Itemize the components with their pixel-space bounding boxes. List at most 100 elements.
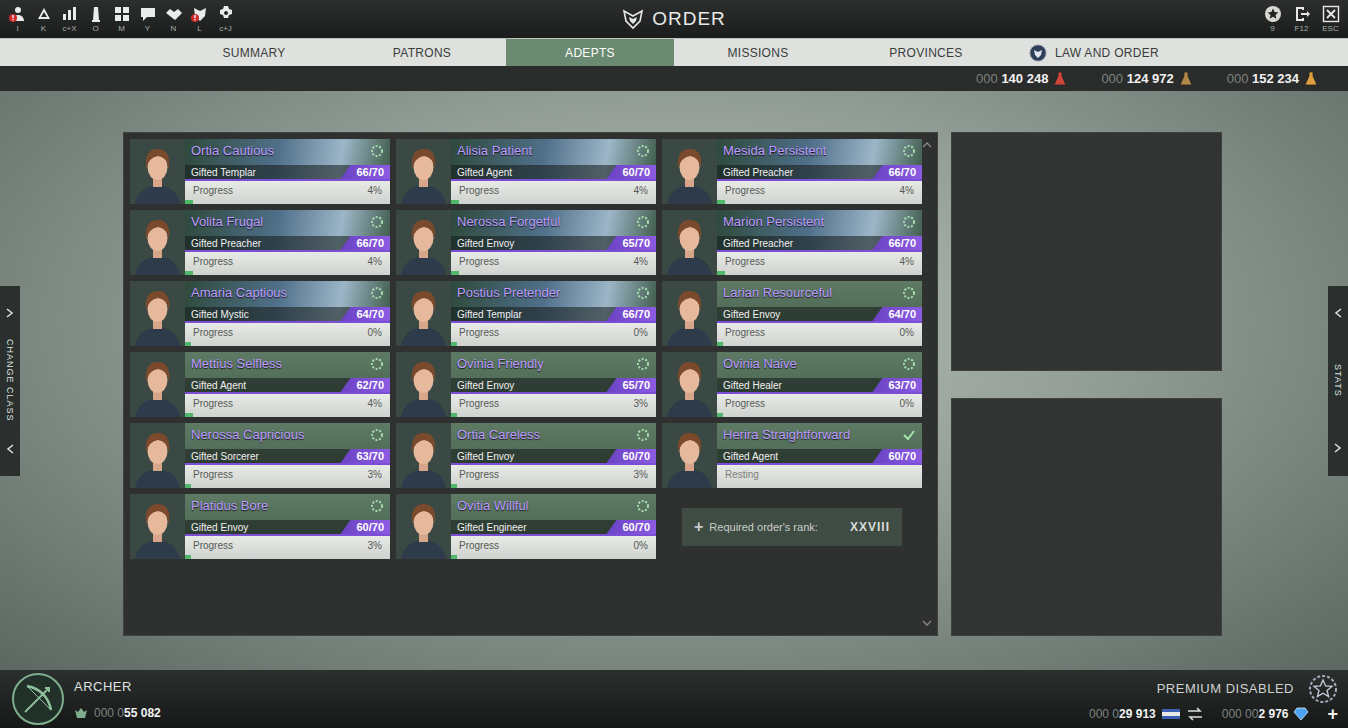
tab-bar: SUMMARY PATRONS ADEPTS MISSIONS PROVINCE… bbox=[0, 38, 1348, 66]
adept-class: Gifted Templar bbox=[185, 167, 256, 178]
chevron-right-icon bbox=[6, 308, 14, 318]
adept-class: Gifted Envoy bbox=[451, 380, 514, 391]
adept-card[interactable]: Ortia Cautious Gifted Templar 66/70 Prog… bbox=[130, 139, 390, 204]
character-icon bbox=[9, 5, 27, 23]
adept-progress: Progress 0% bbox=[717, 323, 922, 346]
menu-button[interactable]: N bbox=[162, 5, 185, 34]
tab[interactable]: LAW AND ORDER bbox=[1010, 39, 1178, 66]
adept-card[interactable]: Herira Straightforward Gifted Agent 60/7… bbox=[662, 423, 922, 488]
progress-fill bbox=[185, 555, 191, 559]
adept-card[interactable]: Amaria Captious Gifted Mystic 64/70 Prog… bbox=[130, 281, 390, 346]
progress-fill bbox=[451, 342, 457, 346]
adept-class: Gifted Envoy bbox=[451, 238, 514, 249]
adept-progress: Progress 0% bbox=[451, 536, 656, 559]
progress-fill bbox=[185, 413, 193, 417]
premium-icon[interactable] bbox=[1308, 674, 1338, 704]
adept-card[interactable]: Marion Persistent Gifted Preacher 66/70 … bbox=[662, 210, 922, 275]
menu-button[interactable]: c+J bbox=[214, 5, 237, 34]
check-icon bbox=[902, 428, 916, 442]
class-name: ARCHER bbox=[74, 679, 161, 694]
hotkey-label: M bbox=[118, 23, 125, 34]
adept-progress: Progress 4% bbox=[451, 252, 656, 275]
adept-banner: Nerossa Capricious Gifted Sorcerer 63/70 bbox=[185, 423, 390, 465]
chevron-right-icon bbox=[1334, 443, 1342, 453]
adept-card[interactable]: Ovinia Naive Gifted Healer 63/70 Progres… bbox=[662, 352, 922, 417]
add-currency-button[interactable]: + bbox=[1327, 704, 1338, 725]
adept-class: Gifted Healer bbox=[717, 380, 782, 391]
stats-tab[interactable]: STATS bbox=[1328, 286, 1348, 476]
tab[interactable]: PATRONS bbox=[338, 39, 506, 66]
window-button[interactable]: ESC bbox=[1319, 5, 1342, 34]
adept-rank: 60/70 bbox=[340, 520, 390, 534]
content-area: CHANGE CLASS Ortia Cautious Gifted Templ… bbox=[0, 91, 1348, 670]
scroll-up-icon[interactable] bbox=[922, 141, 932, 148]
required-rank-button[interactable]: + Required order's rank: XXVIII bbox=[682, 508, 902, 546]
spinner-icon bbox=[902, 286, 916, 300]
bow-icon bbox=[11, 672, 65, 726]
adept-card[interactable]: Platidus Bore Gifted Envoy 60/70 Progres… bbox=[130, 494, 390, 559]
adept-progress: Progress 3% bbox=[451, 394, 656, 417]
spinner-icon bbox=[636, 286, 650, 300]
order-icon bbox=[191, 5, 209, 23]
progress-fill bbox=[185, 484, 191, 488]
exit-icon bbox=[1293, 5, 1311, 23]
adept-name: Nerossa Forgetful bbox=[457, 214, 560, 229]
adept-card[interactable]: Mettius Selfless Gifted Agent 62/70 Prog… bbox=[130, 352, 390, 417]
adept-card[interactable]: Nerossa Capricious Gifted Sorcerer 63/70… bbox=[130, 423, 390, 488]
adept-card[interactable]: Ortia Careless Gifted Envoy 60/70 Progre… bbox=[396, 423, 656, 488]
premium-status: PREMIUM DISABLED bbox=[1157, 681, 1294, 696]
adept-card[interactable]: Volita Frugal Gifted Preacher 66/70 Prog… bbox=[130, 210, 390, 275]
adept-name: Ortia Careless bbox=[457, 427, 540, 442]
adept-class: Gifted Agent bbox=[185, 380, 246, 391]
adept-progress: Progress 4% bbox=[717, 252, 922, 275]
class-badge[interactable] bbox=[10, 672, 66, 726]
menu-button[interactable]: K bbox=[32, 5, 55, 34]
menu-button[interactable]: Y bbox=[136, 5, 159, 34]
sparks-icon bbox=[74, 707, 88, 719]
talents-icon bbox=[35, 5, 53, 23]
progress-fill bbox=[185, 200, 193, 204]
adept-progress: Progress 3% bbox=[185, 536, 390, 559]
adept-progress: Progress 4% bbox=[185, 181, 390, 204]
menu-button[interactable]: O bbox=[84, 5, 107, 34]
bottom-bar: ARCHER 000 055 082 PREMIUM DISABLED 000 … bbox=[0, 670, 1348, 728]
change-class-tab[interactable]: CHANGE CLASS bbox=[0, 286, 20, 476]
spinner-icon bbox=[370, 286, 384, 300]
tab[interactable]: SUMMARY bbox=[170, 39, 338, 66]
adept-card[interactable]: Mesida Persistent Gifted Preacher 66/70 … bbox=[662, 139, 922, 204]
tab[interactable]: MISSIONS bbox=[674, 39, 842, 66]
spinner-icon bbox=[636, 215, 650, 229]
hotkey-label: ESC bbox=[1322, 23, 1338, 34]
adept-portrait bbox=[396, 139, 451, 204]
menu-button[interactable]: c+X bbox=[58, 5, 81, 34]
adept-card[interactable]: Postius Pretender Gifted Templar 66/70 P… bbox=[396, 281, 656, 346]
adept-name: Larian Resourceful bbox=[723, 285, 832, 300]
order-screen: I K c+X O M Y N L c+J ORDER 9 F12 ESC SU… bbox=[0, 0, 1348, 728]
menu-button[interactable]: L bbox=[188, 5, 211, 34]
adept-card[interactable]: Ovinia Friendly Gifted Envoy 65/70 Progr… bbox=[396, 352, 656, 417]
spinner-icon bbox=[902, 215, 916, 229]
flag-icon bbox=[1161, 707, 1181, 721]
adept-banner: Amaria Captious Gifted Mystic 64/70 bbox=[185, 281, 390, 323]
chat-icon bbox=[139, 5, 157, 23]
window-button[interactable]: 9 bbox=[1261, 5, 1284, 34]
adept-card[interactable]: Alisia Patient Gifted Agent 60/70 Progre… bbox=[396, 139, 656, 204]
tab[interactable]: ADEPTS bbox=[506, 39, 674, 66]
class-currency: 000 055 082 bbox=[74, 706, 161, 720]
adept-progress: Progress 3% bbox=[451, 465, 656, 488]
window-title: ORDER bbox=[622, 8, 726, 30]
menu-button[interactable]: M bbox=[110, 5, 133, 34]
exchange-icon[interactable] bbox=[1186, 707, 1204, 721]
adept-progress: Progress 4% bbox=[451, 181, 656, 204]
adept-name: Alisia Patient bbox=[457, 143, 532, 158]
tab[interactable]: PROVINCES bbox=[842, 39, 1010, 66]
adept-card[interactable]: Ovitia Willful Gifted Engineer 60/70 Pro… bbox=[396, 494, 656, 559]
adept-progress: Progress 4% bbox=[185, 394, 390, 417]
progress-fill bbox=[451, 200, 459, 204]
menu-button[interactable]: I bbox=[6, 5, 29, 34]
scroll-down-icon[interactable] bbox=[922, 620, 932, 627]
adept-card[interactable]: Larian Resourceful Gifted Envoy 64/70 Pr… bbox=[662, 281, 922, 346]
adept-rank: 65/70 bbox=[606, 236, 656, 250]
adept-card[interactable]: Nerossa Forgetful Gifted Envoy 65/70 Pro… bbox=[396, 210, 656, 275]
window-button[interactable]: F12 bbox=[1290, 5, 1313, 34]
